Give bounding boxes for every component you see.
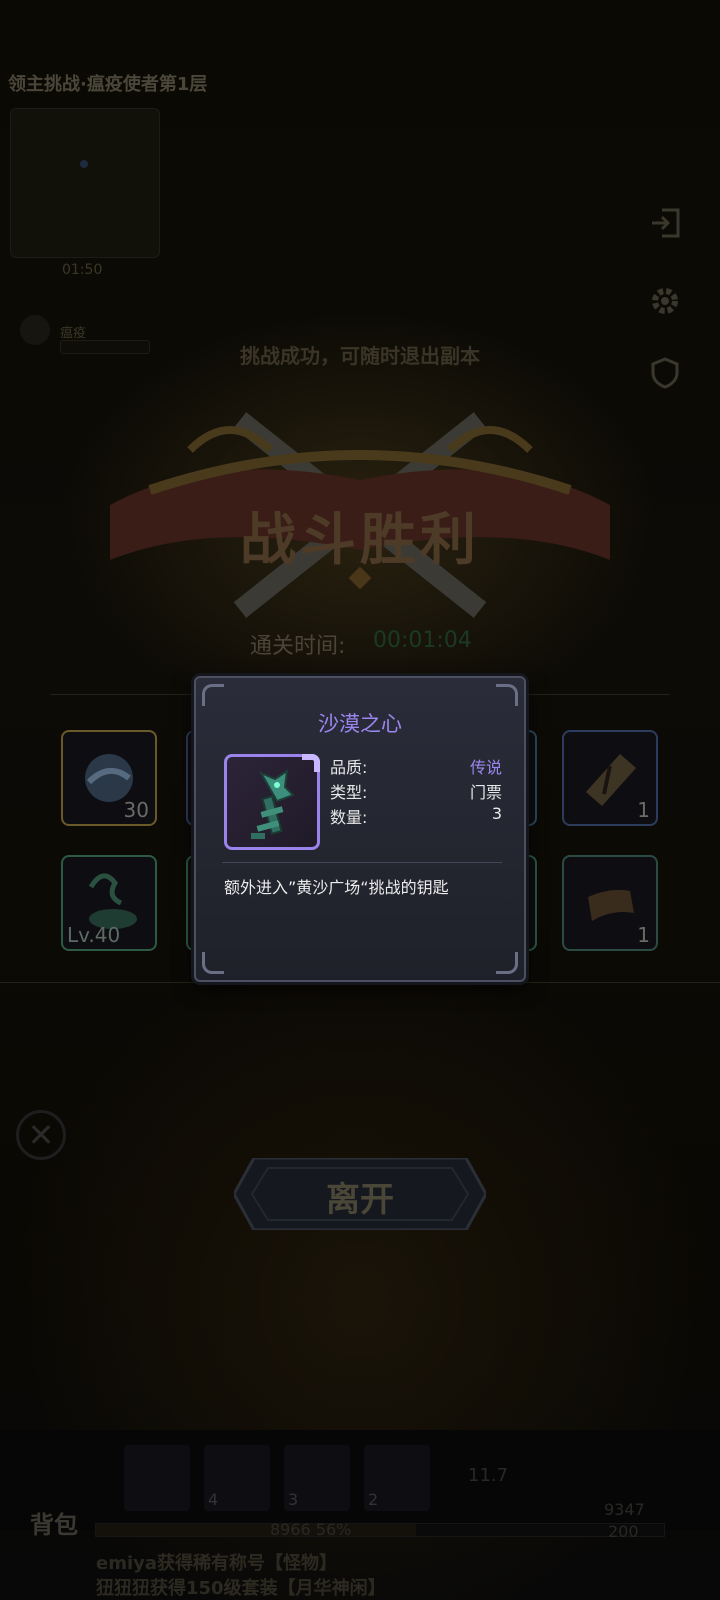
- item-description: 额外进入”黄沙广场“挑战的钥匙: [224, 878, 449, 897]
- exp-bar-fill: [96, 1524, 416, 1536]
- rarity-corner: [302, 754, 320, 772]
- quality-value: 传说: [469, 758, 502, 777]
- level-value: 200: [608, 1522, 639, 1541]
- skill-slot[interactable]: 3: [284, 1445, 350, 1511]
- frame-corner: [496, 684, 518, 706]
- reward-slot[interactable]: 1: [562, 855, 658, 951]
- bag-button[interactable]: 背包: [30, 1505, 78, 1540]
- type-label: 类型:: [330, 783, 368, 802]
- chat-line: emiya获得稀有称号【怪物】: [96, 1553, 338, 1574]
- exit-door-icon[interactable]: [648, 206, 682, 240]
- reward-count: 1: [637, 798, 650, 822]
- divider: [0, 982, 720, 983]
- reward-slot[interactable]: Lv.40: [61, 855, 157, 951]
- hp-value: 9347: [604, 1500, 645, 1519]
- settings-gear-icon[interactable]: [648, 284, 682, 318]
- exp-text: 8966 56%: [270, 1520, 352, 1539]
- item-name: 沙漠之心: [318, 712, 402, 736]
- leave-button-label: 离开: [326, 1180, 394, 1220]
- frame-corner: [496, 952, 518, 974]
- minimap-player-marker: [80, 160, 88, 168]
- popup-divider: [222, 862, 502, 863]
- chat-line: 狃狃狃获得150级套装【月华神闲】: [96, 1578, 386, 1599]
- skill-count: 2: [368, 1490, 379, 1509]
- quality-label: 品质:: [330, 758, 368, 777]
- close-icon[interactable]: ✕: [16, 1110, 66, 1160]
- frame-corner: [202, 952, 224, 974]
- reward-count: 30: [123, 798, 149, 822]
- type-value: 门票: [469, 783, 502, 802]
- reward-slot[interactable]: 1: [562, 730, 658, 826]
- item-detail-popup: 沙漠之心 品质: 传说 类型: 门票 数量: 3 额外进入”黄沙广场“挑战的钥匙: [194, 676, 526, 982]
- reward-slot[interactable]: 30: [61, 730, 157, 826]
- boss-label: 瘟疫: [60, 326, 87, 341]
- success-message: 挑战成功，可随时退出副本: [240, 344, 480, 368]
- frame-corner: [202, 684, 224, 706]
- quantity-label: 数量:: [330, 808, 368, 827]
- victory-title: 战斗胜利: [240, 507, 480, 573]
- skill-extra: 11.7: [468, 1465, 509, 1486]
- minimap-timer: 01:50: [62, 262, 103, 278]
- minimap[interactable]: [10, 108, 160, 258]
- pet-level: Lv.40: [67, 923, 121, 947]
- clear-time-value: 00:01:04: [373, 628, 472, 653]
- stage-title: 领主挑战·瘟疫使者第1层: [8, 74, 208, 95]
- item-icon-frame: [224, 754, 320, 850]
- skill-slot[interactable]: 4: [204, 1445, 270, 1511]
- reward-count: 1: [637, 923, 650, 947]
- skill-count: 3: [288, 1490, 299, 1509]
- skill-count: 4: [208, 1490, 219, 1509]
- skill-slot[interactable]: 2: [364, 1445, 430, 1511]
- skill-slot[interactable]: [124, 1445, 190, 1511]
- clear-time-label: 通关时间:: [250, 634, 346, 659]
- quantity-value: 3: [491, 804, 502, 823]
